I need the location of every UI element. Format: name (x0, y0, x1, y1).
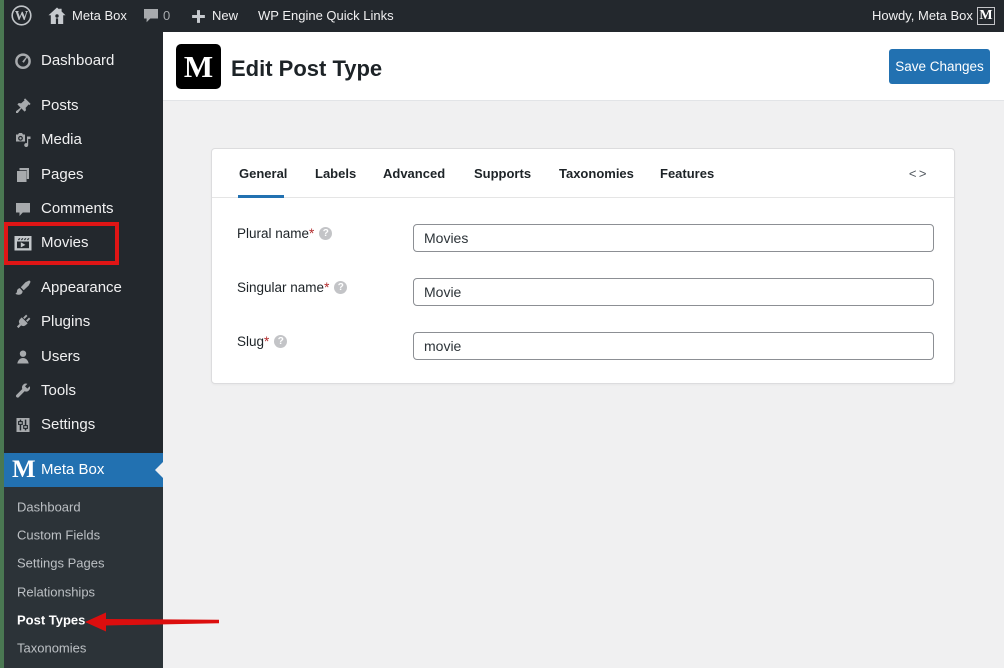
svg-text:W: W (15, 8, 29, 23)
